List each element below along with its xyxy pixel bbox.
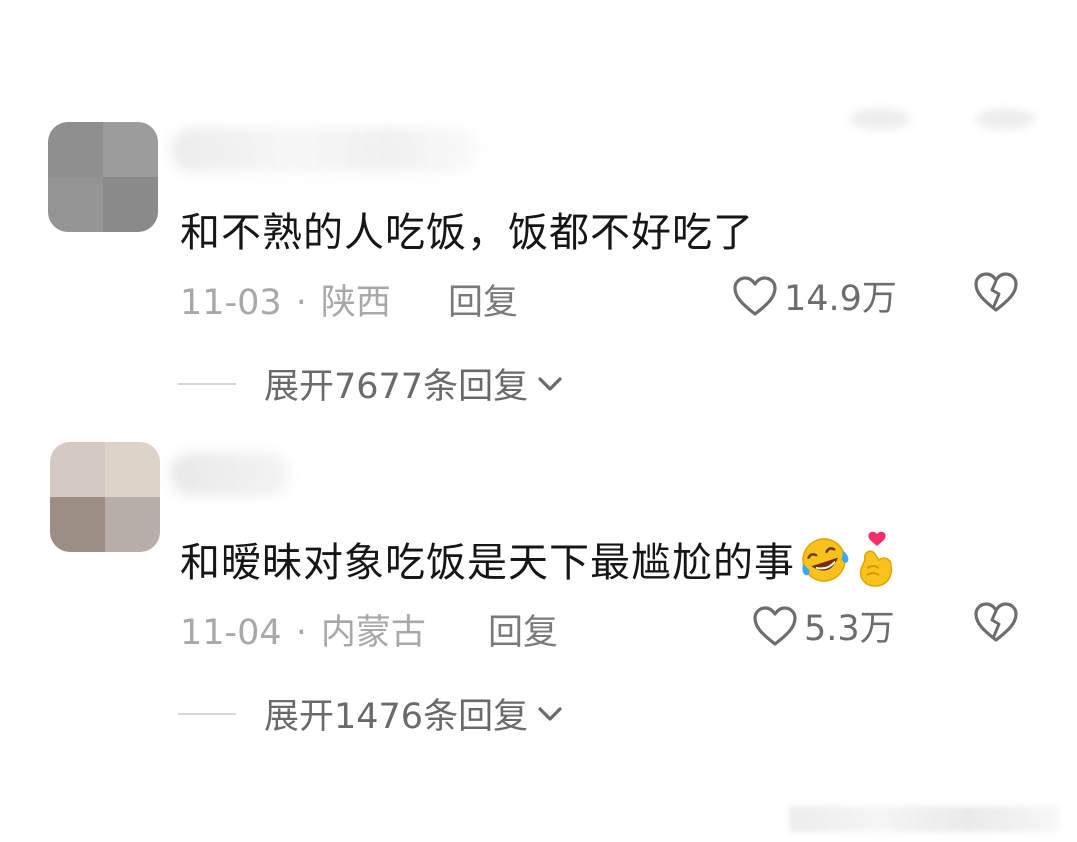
comment-location: 陕西: [320, 283, 391, 323]
username-blurred[interactable]: [170, 452, 290, 496]
comment-meta: 11-03 · 陕西: [180, 274, 391, 325]
meta-separator: ·: [295, 283, 307, 323]
broken-heart-icon: [974, 272, 1018, 312]
blurred-watermark: [789, 806, 1059, 832]
comment-text: 和不熟的人吃饭，饭都不好吃了: [180, 210, 754, 256]
comment-date: 11-04: [180, 613, 282, 653]
like-button[interactable]: 5.3万: [752, 600, 895, 651]
reply-button[interactable]: 回复: [488, 604, 558, 655]
expand-replies-label: 展开1476条回复: [264, 697, 529, 737]
comment-location: 内蒙古: [320, 613, 426, 653]
divider-line: [178, 712, 236, 715]
blurred-decoration: [850, 108, 910, 130]
divider-line: [178, 382, 236, 385]
laughing-crying-emoji-icon: [795, 535, 853, 595]
expand-replies-label: 展开7677条回复: [264, 367, 529, 407]
dislike-button[interactable]: [972, 600, 1020, 648]
like-count: 5.3万: [804, 609, 895, 649]
expand-replies-button[interactable]: 展开7677条回复: [178, 358, 564, 409]
like-button[interactable]: 14.9万: [732, 270, 897, 321]
comment-meta: 11-04 · 内蒙古: [180, 604, 426, 655]
avatar[interactable]: [50, 442, 160, 552]
username-blurred[interactable]: [170, 128, 480, 172]
chevron-down-icon: [538, 706, 562, 721]
blurred-decoration: [975, 108, 1035, 130]
heart-icon: [753, 605, 797, 646]
chevron-down-icon: [538, 376, 562, 391]
heart-icon: [733, 275, 777, 316]
expand-replies-button[interactable]: 展开1476条回复: [178, 688, 564, 739]
avatar[interactable]: [48, 122, 158, 232]
reply-button[interactable]: 回复: [448, 274, 518, 325]
finger-heart-emoji-icon: [853, 530, 901, 600]
comment-date: 11-03: [180, 283, 282, 323]
meta-separator: ·: [295, 613, 307, 653]
dislike-button[interactable]: [972, 270, 1020, 318]
broken-heart-icon: [974, 602, 1018, 642]
like-count: 14.9万: [784, 279, 897, 319]
comment-text: 和暧昧对象吃饭是天下最尴尬的事: [180, 530, 901, 600]
comment-text-body: 和暧昧对象吃饭是天下最尴尬的事: [180, 540, 795, 586]
